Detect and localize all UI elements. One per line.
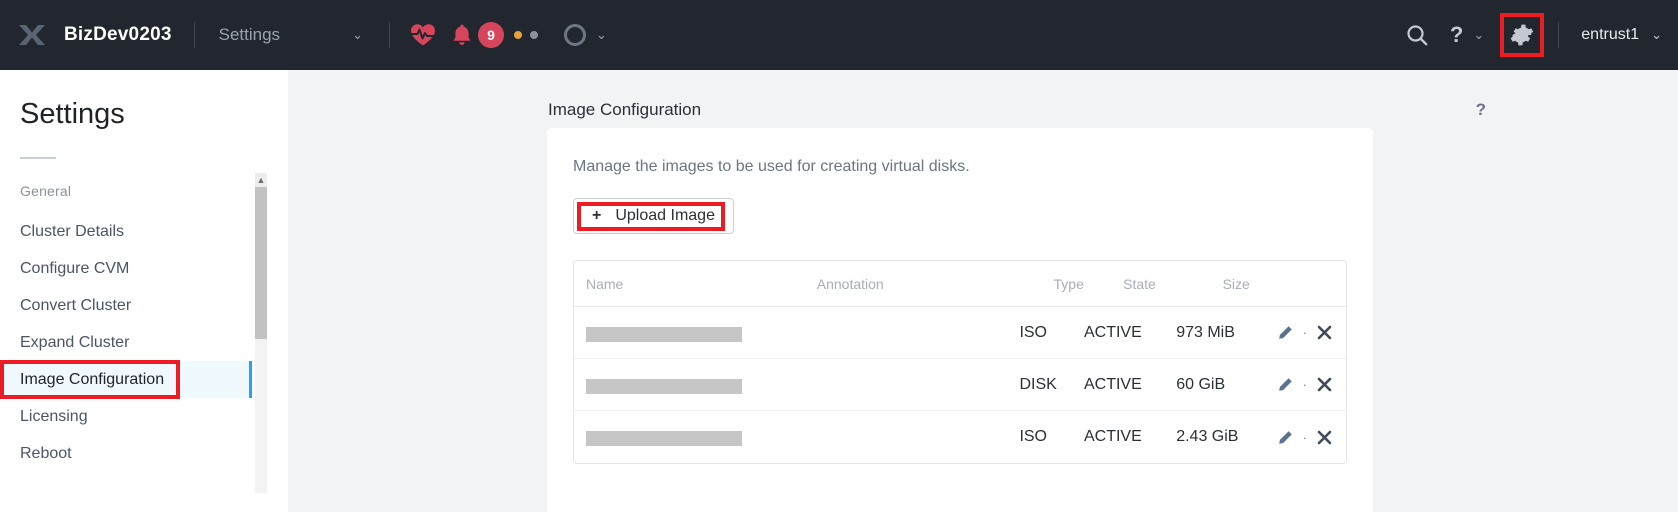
status-dot-warning-icon[interactable] xyxy=(513,31,522,39)
sidebar-item-expand-cluster[interactable]: Expand Cluster xyxy=(0,324,252,361)
cell-size: 973 MiB xyxy=(1176,323,1235,341)
divider xyxy=(1558,22,1560,48)
app-root: BizDev0203 Settings ⌄ 9 ⌄ ? ⌄ entrust1 ⌄… xyxy=(0,0,1678,512)
cell-actions: · xyxy=(1278,325,1336,340)
cell-name xyxy=(580,324,800,342)
column-header-annotation[interactable]: Annotation xyxy=(817,276,1054,292)
plus-icon: + xyxy=(592,207,602,224)
sidebar-item-image-configuration[interactable]: Image Configuration xyxy=(0,360,252,399)
scrollbar-thumb[interactable] xyxy=(255,187,267,339)
nav-settings-label[interactable]: Settings xyxy=(195,25,280,45)
cell-name xyxy=(580,376,800,394)
scrollbar-track[interactable] xyxy=(255,187,267,493)
top-navigation-bar: BizDev0203 Settings ⌄ 9 ⌄ ? ⌄ entrust1 ⌄ xyxy=(0,0,1678,70)
help-icon[interactable]: ? xyxy=(1450,22,1463,48)
pencil-icon[interactable] xyxy=(1278,325,1293,340)
images-table: Name Annotation Type State Size ISO ACTI… xyxy=(573,260,1347,464)
gear-icon xyxy=(1510,24,1534,46)
sidebar-item-label: Licensing xyxy=(20,407,88,425)
chevron-down-icon[interactable]: ⌄ xyxy=(1651,27,1662,43)
chevron-down-icon[interactable]: ⌄ xyxy=(596,27,607,43)
nutanix-x-logo[interactable] xyxy=(0,22,64,48)
cell-name xyxy=(580,428,800,447)
column-header-size[interactable]: Size xyxy=(1223,276,1332,292)
redacted-name-bar xyxy=(586,431,742,447)
heart-pulse-icon[interactable] xyxy=(410,23,436,47)
redacted-name-bar xyxy=(586,378,742,394)
sidebar-item-licensing[interactable]: Licensing xyxy=(0,398,252,435)
sidebar-item-list: Cluster Details Configure CVM Convert Cl… xyxy=(0,213,252,472)
table-row[interactable]: ISO ACTIVE 973 MiB · xyxy=(574,307,1346,359)
alert-count-badge[interactable]: 9 xyxy=(477,22,504,48)
sidebar-item-configure-cvm[interactable]: Configure CVM xyxy=(0,250,252,287)
upload-image-wrapper: + Upload Image xyxy=(573,198,734,234)
bell-icon[interactable] xyxy=(452,23,472,47)
status-dot-info-icon[interactable] xyxy=(529,31,538,39)
topbar-right-group: ? ⌄ entrust1 ⌄ xyxy=(1406,13,1678,57)
upload-image-label: Upload Image xyxy=(615,207,715,224)
column-header-name[interactable]: Name xyxy=(580,276,817,292)
action-separator: · xyxy=(1302,325,1307,340)
column-header-type[interactable]: Type xyxy=(1054,276,1124,292)
sidebar-item-label: Expand Cluster xyxy=(20,333,130,351)
sidebar-item-convert-cluster[interactable]: Convert Cluster xyxy=(0,287,252,324)
close-x-icon[interactable] xyxy=(1317,430,1332,445)
settings-sidebar: Settings General Cluster Details Configu… xyxy=(0,70,267,512)
settings-gear-button[interactable] xyxy=(1500,13,1545,57)
panel-header: Image Configuration ? xyxy=(288,70,1678,128)
pencil-icon[interactable] xyxy=(1278,377,1293,392)
sidebar-group-general: General xyxy=(20,183,72,199)
sidebar-item-label: Configure CVM xyxy=(20,259,130,277)
sidebar-item-label: Cluster Details xyxy=(20,222,125,240)
search-icon[interactable] xyxy=(1406,24,1428,46)
chevron-down-icon[interactable]: ⌄ xyxy=(1473,27,1484,43)
cell-state: ACTIVE xyxy=(1083,428,1142,445)
sidebar-item-reboot[interactable]: Reboot xyxy=(0,435,252,472)
main-content: Image Configuration ? Manage the images … xyxy=(288,70,1678,512)
chevron-up-icon[interactable]: ▲ xyxy=(255,173,267,187)
sidebar-item-label: Convert Cluster xyxy=(20,296,132,314)
column-header-state[interactable]: State xyxy=(1123,276,1222,292)
card-description: Manage the images to be used for creatin… xyxy=(573,158,970,175)
sidebar-title: Settings xyxy=(20,98,125,130)
sidebar-item-label: Reboot xyxy=(20,444,72,462)
table-row[interactable]: ISO ACTIVE 2.43 GiB · xyxy=(574,411,1346,463)
sidebar-item-cluster-details[interactable]: Cluster Details xyxy=(0,213,252,250)
action-separator: · xyxy=(1302,377,1307,392)
close-x-icon[interactable] xyxy=(1317,325,1332,340)
upload-image-button[interactable]: + Upload Image xyxy=(573,198,734,234)
chevron-down-icon[interactable]: ⌄ xyxy=(352,27,363,43)
cell-size: 60 GiB xyxy=(1176,375,1226,393)
cell-actions: · xyxy=(1278,377,1336,392)
cluster-name[interactable]: BizDev0203 xyxy=(64,24,194,46)
cell-actions: · xyxy=(1278,430,1336,445)
close-x-icon[interactable] xyxy=(1317,377,1332,392)
cell-state: ACTIVE xyxy=(1083,375,1142,393)
circle-progress-icon[interactable] xyxy=(563,24,586,46)
cell-size: 2.43 GiB xyxy=(1176,428,1239,445)
sidebar-item-label: Image Configuration xyxy=(20,370,165,388)
page-title: Image Configuration xyxy=(548,100,702,119)
pencil-icon[interactable] xyxy=(1278,430,1293,445)
table-header-row: Name Annotation Type State Size xyxy=(574,261,1346,307)
cell-type: ISO xyxy=(1019,323,1047,341)
image-configuration-card: Manage the images to be used for creatin… xyxy=(547,128,1373,512)
status-icon-group: 9 ⌄ xyxy=(390,22,607,48)
redacted-name-bar xyxy=(586,326,742,342)
table-row[interactable]: DISK ACTIVE 60 GiB · xyxy=(574,359,1346,411)
cell-type: DISK xyxy=(1019,375,1057,393)
user-menu-label[interactable]: entrust1 xyxy=(1581,26,1639,44)
cell-type: ISO xyxy=(1019,428,1047,445)
cell-state: ACTIVE xyxy=(1083,323,1142,341)
panel-help-icon[interactable]: ? xyxy=(1476,100,1486,120)
action-separator: · xyxy=(1302,429,1307,445)
sidebar-scrollbar[interactable]: ▲ xyxy=(255,173,267,493)
